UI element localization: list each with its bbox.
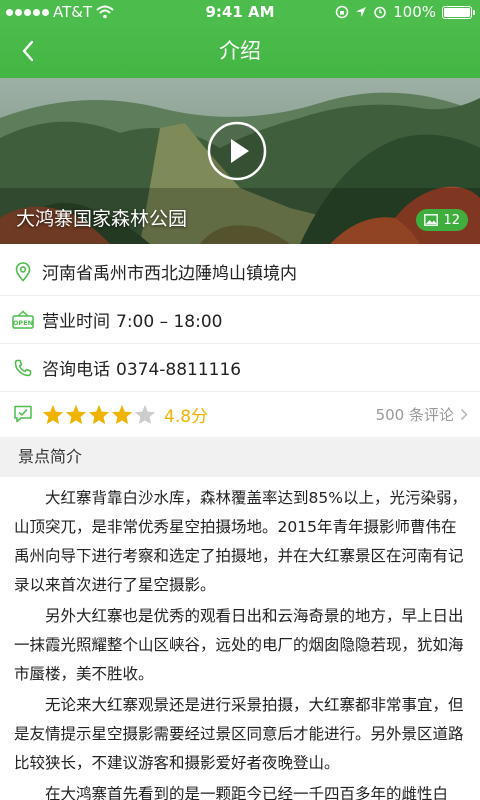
battery-icon <box>442 5 475 19</box>
hours-value: 7:00 – 18:00 <box>116 312 223 332</box>
phone-label: 咨询电话 <box>42 360 110 380</box>
star-filled-icon <box>88 404 110 424</box>
hours-text: 营业时间 7:00 – 18:00 <box>42 307 222 332</box>
battery-percent: 100% <box>393 3 436 21</box>
star-rating <box>42 404 156 425</box>
address-row[interactable]: 河南省禹州市西北边陲鸠山镇境内 <box>0 248 480 296</box>
star-filled-icon <box>111 404 133 424</box>
chevron-right-icon <box>460 408 468 420</box>
photo-count-badge[interactable]: 12 <box>416 209 468 231</box>
hours-label: 营业时间 <box>42 312 110 332</box>
rotation-lock-icon <box>335 5 349 19</box>
phone-text: 咨询电话 0374-8811116 <box>42 355 241 380</box>
status-bar: AT&T 9:41 AM 100% <box>0 0 480 24</box>
intro-paragraph: 另外大红寨也是优秀的观看日出和云海奇景的地方，早上日出一抹霞光照耀整个山区峡谷，… <box>14 607 464 683</box>
star-empty-icon <box>134 404 156 424</box>
intro-paragraph: 无论来大红寨观景还是进行采景拍摄，大红寨都非常事宜，但是友情提示星空摄影需要经过… <box>14 696 464 772</box>
alarm-icon <box>374 6 386 19</box>
play-button[interactable] <box>207 121 267 185</box>
hours-row: OPEN 营业时间 7:00 – 18:00 <box>0 296 480 344</box>
phone-number[interactable]: 0374-8811116 <box>116 360 241 380</box>
status-right: 100% <box>335 3 475 21</box>
photo-count: 12 <box>443 212 460 228</box>
location-icon <box>356 7 367 17</box>
section-header: 景点简介 <box>0 437 480 477</box>
rating-row[interactable]: 4.8分 500 条评论 <box>0 392 480 436</box>
reviews-count: 500 条评论 <box>375 405 454 424</box>
intro-paragraph: 在大鸿寨首先看到的是一颗距今已经一千四百多年的雌性白 <box>45 785 449 800</box>
address-text: 河南省禹州市西北边陲鸠山镇境内 <box>42 264 297 284</box>
intro-paragraph: 大红寨背靠白沙水库，森林覆盖率达到85%以上，光污染弱，山顶突兀，是非常优秀星空… <box>14 489 467 594</box>
phone-row[interactable]: 咨询电话 0374-8811116 <box>0 344 480 392</box>
svg-text:OPEN: OPEN <box>13 319 33 327</box>
location-pin-icon <box>0 261 42 282</box>
image-icon <box>424 214 439 226</box>
page-title: 介绍 <box>219 39 261 63</box>
star-filled-icon <box>65 404 87 424</box>
hero-image[interactable]: 大鸿寨国家森林公园 12 <box>0 78 480 244</box>
nav-bar: 介绍 <box>0 24 480 78</box>
scenic-spot-name: 大鸿寨国家森林公园 <box>16 208 188 230</box>
reviews-link[interactable]: 500 条评论 <box>376 404 468 425</box>
phone-icon <box>0 359 42 377</box>
review-icon <box>0 405 42 423</box>
star-filled-icon <box>42 404 64 424</box>
intro-text: 大红寨背靠白沙水库，森林覆盖率达到85%以上，光污染弱，山顶突兀，是非常优秀星空… <box>14 484 468 800</box>
open-sign-icon: OPEN <box>0 310 42 330</box>
rating-score: 4.8分 <box>164 406 209 427</box>
play-icon <box>207 121 267 181</box>
